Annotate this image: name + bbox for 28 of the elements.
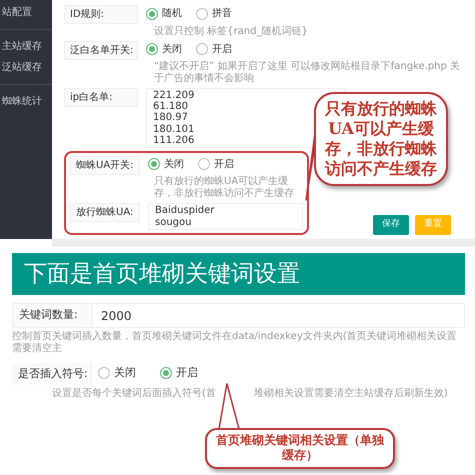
hint-text: “建议不开启” 如果开启了这里 可以修改网站根目录下fangke.php 关于广告的事情不会影响 [154, 61, 462, 85]
hint-text: 控制首页关键词插入数量，首页堆砌关键词文件在data/indexkey文件夹内(首页关键词堆砌相关设置需要清空主 [12, 330, 458, 355]
section-banner: 下面是首页堆砌关键词设置 [12, 252, 465, 296]
hint-text: 设置是否每个关键词后面插入符号(首 [52, 388, 216, 400]
radio-option[interactable]: 关闭 [148, 156, 184, 172]
radio-option[interactable]: 关闭 [98, 364, 136, 382]
field-label: 泛白名单开关: [64, 40, 138, 60]
field-label: ip白名单: [64, 88, 138, 107]
hint-text: 设置只控制 标签{rand_随机词链} [154, 26, 309, 38]
radio-option[interactable]: 关闭 [146, 40, 182, 56]
radio-option[interactable]: 拼音 [196, 5, 232, 21]
callout-pointer [218, 382, 240, 430]
sidebar-item[interactable]: 蜘蛛统计 [0, 91, 52, 112]
field-label: ID规则: [64, 5, 138, 24]
sidebar-item[interactable]: 泛站缓存 [0, 57, 52, 78]
radio-option[interactable]: 开启 [160, 364, 198, 382]
radio-option[interactable]: 开启 [196, 40, 232, 56]
radio-option[interactable]: 随机 [146, 5, 182, 21]
field-label: 放行蜘蛛UA: [70, 203, 140, 222]
sidebar-item[interactable]: 站配置 [0, 2, 52, 23]
hint-text: 堆砌相关设置需要清空主站缓存后刷新生效) [254, 388, 448, 400]
text-area[interactable]: Baiduspider sougou [148, 203, 303, 230]
hint-text: 只有放行的蜘蛛UA可以产生缓存，非放行蜘蛛访问不产生缓存 [154, 176, 295, 200]
radio-option[interactable]: 开启 [198, 156, 234, 172]
field-label: 蜘蛛UA开关: [70, 156, 140, 175]
save-button[interactable]: 保存 [373, 215, 409, 235]
sidebar-item[interactable]: 主站缓存 [0, 36, 52, 57]
field-label: 是否插入符号: [12, 362, 92, 386]
